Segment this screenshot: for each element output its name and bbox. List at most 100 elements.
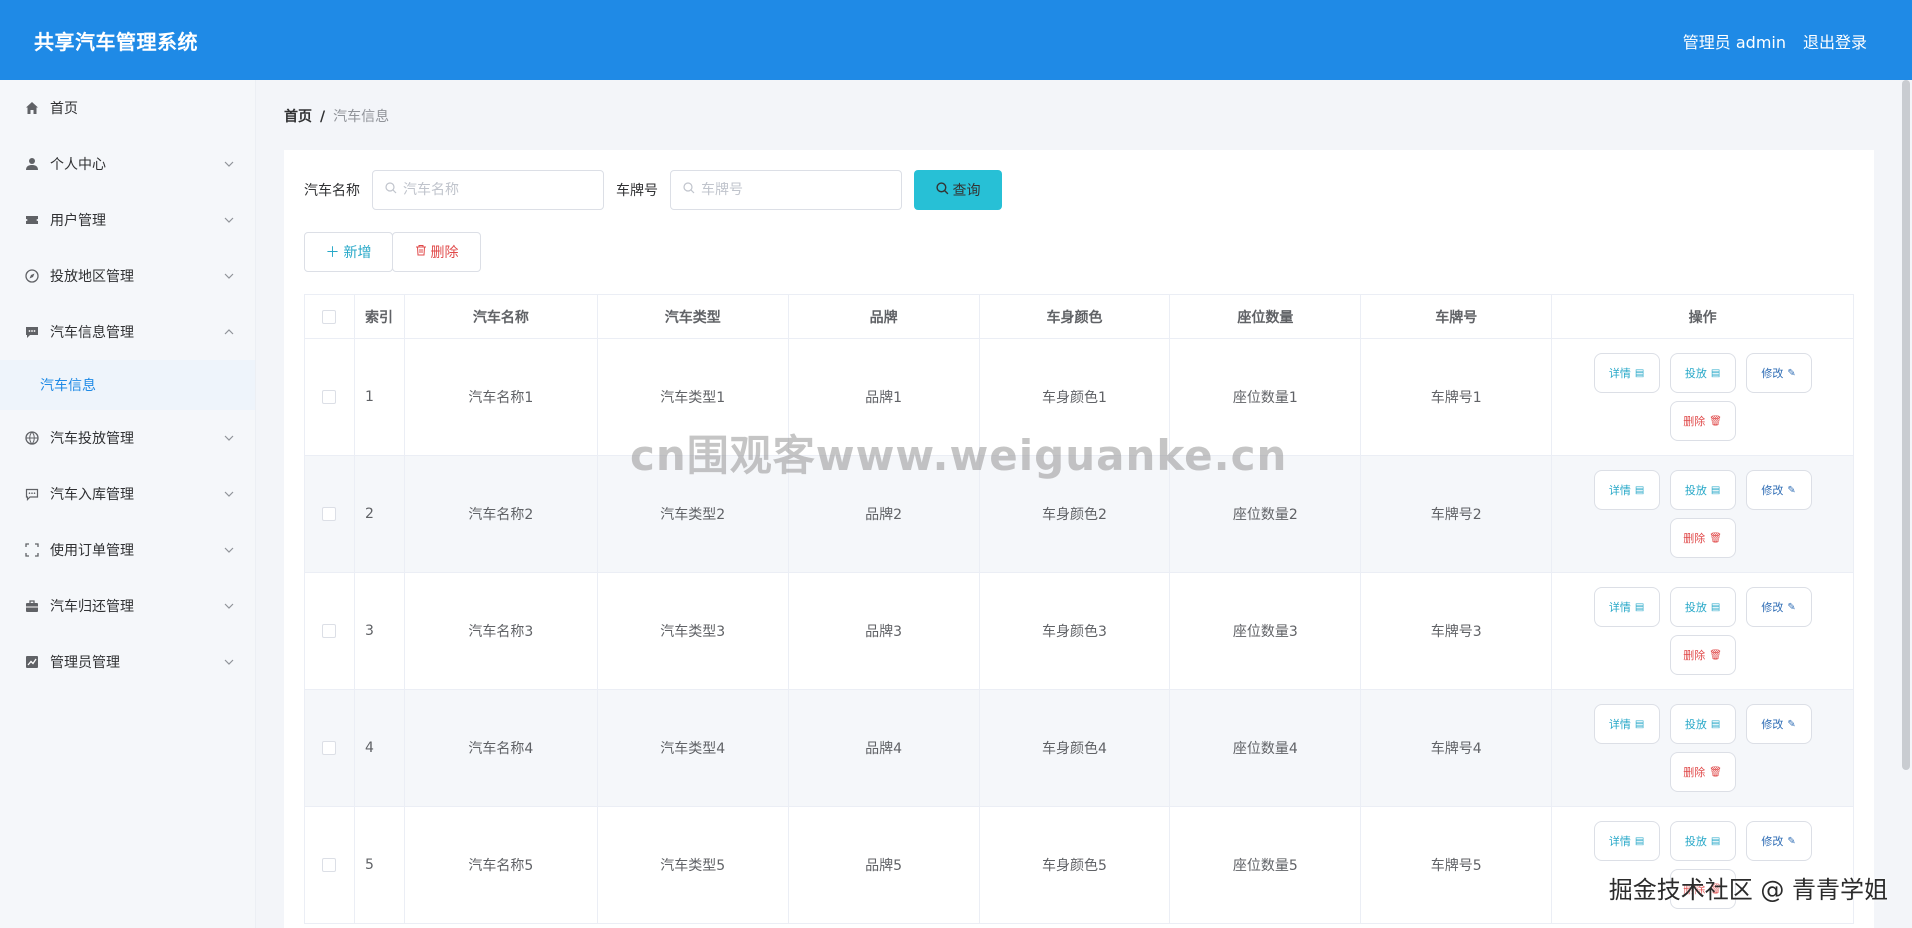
put-button[interactable]: 投放 ▤ [1669, 353, 1736, 393]
row-delete-button[interactable]: 删除 🗑 [1669, 518, 1736, 558]
detail-button[interactable]: 详情 ▤ [1593, 704, 1660, 744]
plate-cell: 车牌号4 [1361, 690, 1553, 807]
select-all-checkbox[interactable] [322, 309, 337, 324]
row-delete-button[interactable]: 删除 🗑 [1669, 635, 1736, 675]
chevron-down-icon [223, 544, 235, 556]
batch-delete-button[interactable]: 删除 [392, 232, 481, 272]
detail-button-label: 详情 [1608, 601, 1631, 614]
seats-cell: 座位数量3 [1170, 573, 1362, 690]
type-cell: 汽车类型3 [597, 573, 789, 690]
add-button[interactable]: ＋新增 [304, 232, 393, 272]
search-icon [935, 181, 949, 199]
put-button[interactable]: 投放 ▤ [1669, 587, 1736, 627]
car-name-field[interactable] [372, 170, 604, 210]
row-delete-button[interactable]: 删除 🗑 [1669, 401, 1736, 441]
color-cell: 车身颜色5 [979, 807, 1171, 924]
sidebar-item-car-put[interactable]: 汽车投放管理 [0, 410, 255, 466]
document-icon: ▤ [1634, 601, 1645, 613]
chart-icon [24, 654, 40, 670]
sidebar-item-users[interactable]: 用户管理 [0, 192, 255, 248]
row-checkbox[interactable] [322, 741, 337, 755]
breadcrumb-home[interactable]: 首页 [284, 109, 312, 125]
sidebar-item-car-info[interactable]: 汽车信息管理 [0, 304, 255, 360]
edit-button[interactable]: 修改 ✎ [1745, 587, 1812, 627]
operations-cell: 详情 ▤ 投放 ▤ 修改 ✎ 删除 🗑 [1552, 339, 1854, 456]
table-row: 4 汽车名称4 汽车类型4 品牌4 车身颜色4 座位数量4 车牌号4 详情 ▤ 投放 ▤ 修改 ✎ 删除 🗑 [305, 690, 1854, 807]
briefcase-icon [24, 598, 40, 614]
detail-button[interactable]: 详情 ▤ [1593, 470, 1660, 510]
car-name-input[interactable] [403, 182, 593, 198]
page-scrollbar[interactable] [1902, 80, 1910, 770]
seats-cell: 座位数量5 [1170, 807, 1362, 924]
breadcrumb-current: 汽车信息 [333, 109, 390, 125]
detail-button[interactable]: 详情 ▤ [1593, 587, 1660, 627]
row-checkbox[interactable] [322, 624, 337, 638]
sidebar-item-label: 使用订单管理 [50, 543, 134, 559]
type-cell: 汽车类型2 [597, 456, 789, 573]
sidebar-item-orders[interactable]: 使用订单管理 [0, 522, 255, 578]
row-select-cell [305, 573, 355, 690]
table-row: 3 汽车名称3 汽车类型3 品牌3 车身颜色3 座位数量3 车牌号3 详情 ▤ 投放 ▤ 修改 ✎ 删除 🗑 [305, 573, 1854, 690]
row-checkbox[interactable] [322, 507, 337, 521]
index-cell: 5 [354, 807, 405, 924]
logout-link[interactable]: 退出登录 [1803, 29, 1867, 53]
plate-field[interactable] [670, 170, 902, 210]
trash-icon: 🗑 [1709, 766, 1722, 778]
index-cell: 3 [354, 573, 405, 690]
trash-icon: 🗑 [1709, 415, 1722, 427]
chevron-down-icon [223, 158, 235, 170]
type-cell: 汽车类型1 [597, 339, 789, 456]
row-select-cell [305, 690, 355, 807]
trash-icon: 🗑 [1709, 883, 1722, 895]
put-button-label: 投放 [1684, 718, 1707, 731]
put-button[interactable]: 投放 ▤ [1669, 704, 1736, 744]
row-delete-button-label: 删除 [1683, 883, 1706, 896]
edit-button[interactable]: 修改 ✎ [1745, 704, 1812, 744]
sidebar-item-admins[interactable]: 管理员管理 [0, 634, 255, 690]
document-icon: ▤ [1634, 835, 1645, 847]
put-button[interactable]: 投放 ▤ [1669, 470, 1736, 510]
column-header: 品牌 [788, 295, 980, 339]
row-delete-button[interactable]: 删除 🗑 [1669, 752, 1736, 792]
plate-input[interactable] [701, 182, 891, 198]
detail-button[interactable]: 详情 ▤ [1593, 353, 1660, 393]
compass-icon [24, 268, 40, 284]
chevron-down-icon [223, 270, 235, 282]
edit-button[interactable]: 修改 ✎ [1745, 821, 1812, 861]
sidebar-item-car-return[interactable]: 汽车归还管理 [0, 578, 255, 634]
color-cell: 车身颜色3 [979, 573, 1171, 690]
document-icon: ▤ [1634, 718, 1645, 730]
plate-label: 车牌号 [616, 183, 658, 199]
sidebar-subitem-car-info[interactable]: 汽车信息 [0, 360, 255, 410]
name-cell: 汽车名称3 [404, 573, 598, 690]
row-delete-button[interactable]: 删除 🗑 [1669, 869, 1736, 909]
breadcrumb: 首页 / 汽车信息 [284, 106, 389, 126]
trash-icon [415, 244, 427, 260]
top-bar: 共享汽车管理系统 管理员 admin 退出登录 [0, 0, 1912, 80]
row-checkbox[interactable] [322, 390, 337, 404]
name-cell: 汽车名称4 [404, 690, 598, 807]
sidebar-item-label: 用户管理 [50, 213, 106, 229]
row-delete-button-label: 删除 [1683, 766, 1706, 779]
edit-button[interactable]: 修改 ✎ [1745, 470, 1812, 510]
sidebar-item-region[interactable]: 投放地区管理 [0, 248, 255, 304]
sidebar-item-car-storage[interactable]: 汽车入库管理 [0, 466, 255, 522]
name-cell: 汽车名称2 [404, 456, 598, 573]
sidebar-item-profile[interactable]: 个人中心 [0, 136, 255, 192]
plate-cell: 车牌号5 [1361, 807, 1553, 924]
sidebar-item-home[interactable]: 首页 [0, 80, 255, 136]
table-row: 1 汽车名称1 汽车类型1 品牌1 车身颜色1 座位数量1 车牌号1 详情 ▤ 投放 ▤ 修改 ✎ 删除 🗑 [305, 339, 1854, 456]
detail-button-label: 详情 [1608, 484, 1631, 497]
detail-button[interactable]: 详情 ▤ [1593, 821, 1660, 861]
row-delete-button-label: 删除 [1683, 415, 1706, 428]
row-checkbox[interactable] [322, 858, 337, 872]
put-button[interactable]: 投放 ▤ [1669, 821, 1736, 861]
edit-button[interactable]: 修改 ✎ [1745, 353, 1812, 393]
table-row: 5 汽车名称5 汽车类型5 品牌5 车身颜色5 座位数量5 车牌号5 详情 ▤ 投放 ▤ 修改 ✎ 删除 🗑 [305, 807, 1854, 924]
brand-cell: 品牌1 [788, 339, 980, 456]
query-button[interactable]: 查询 [914, 170, 1002, 210]
breadcrumb-separator: / [320, 109, 326, 125]
user-icon [24, 156, 40, 172]
operations-cell: 详情 ▤ 投放 ▤ 修改 ✎ 删除 🗑 [1552, 807, 1854, 924]
row-select-cell [305, 456, 355, 573]
